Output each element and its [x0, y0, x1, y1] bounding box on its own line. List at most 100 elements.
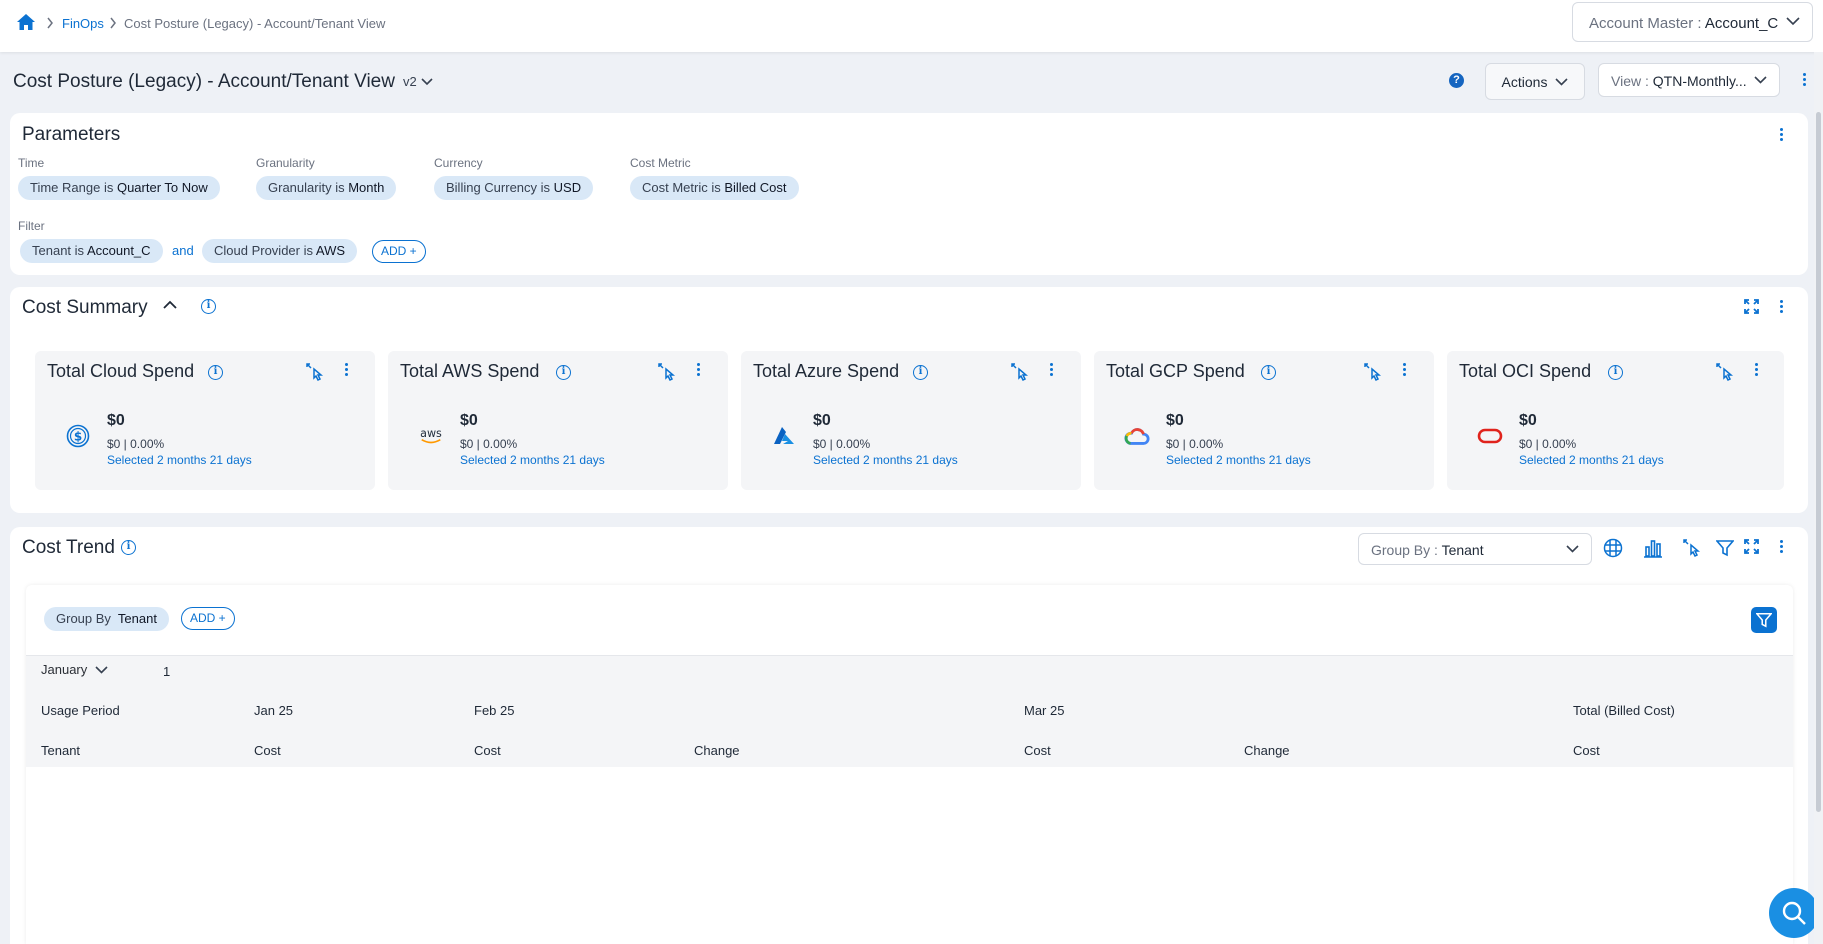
- cost-metric-label: Cost Metric: [630, 156, 691, 170]
- group-by-chip-value: Tenant: [117, 611, 157, 626]
- help-icon[interactable]: ?: [1449, 73, 1464, 88]
- cost-summary-info-icon[interactable]: i: [201, 299, 216, 314]
- provider-filter-value: AWS: [315, 243, 346, 258]
- spend-amount: $0: [813, 412, 831, 429]
- group-by-chip[interactable]: Group By Tenant: [44, 607, 169, 631]
- info-icon[interactable]: i: [208, 365, 223, 380]
- azure-logo: [771, 423, 797, 449]
- info-icon[interactable]: i: [556, 365, 571, 380]
- account-master-value: Account_C: [1704, 15, 1779, 32]
- bar-chart-icon[interactable]: [1643, 538, 1663, 558]
- scrollbar-thumb[interactable]: [1816, 112, 1821, 812]
- filter-icon[interactable]: [1716, 539, 1734, 557]
- provider-filter-chip[interactable]: Cloud Provider is AWS: [202, 239, 358, 263]
- header-jan-cost[interactable]: Cost: [254, 743, 281, 758]
- total-aws-spend-card: Total AWS Spend i aws $0 $0 | 0.00% Sele…: [388, 351, 728, 490]
- collapse-icon[interactable]: [163, 300, 177, 310]
- add-group-by-button[interactable]: ADD +: [181, 607, 235, 630]
- spend-amount: $0: [107, 412, 125, 429]
- page-scrollbar[interactable]: [1814, 52, 1823, 944]
- group-by-value: Tenant: [1441, 542, 1484, 558]
- card-title: Total OCI Spend: [1459, 361, 1592, 381]
- month-selector[interactable]: January: [41, 662, 108, 677]
- view-select[interactable]: View : QTN-Monthly...: [1598, 63, 1780, 97]
- header-total-cost[interactable]: Cost: [1573, 743, 1600, 758]
- table-header: January 1 Usage Period Jan 25 Feb 25 Mar…: [26, 655, 1793, 767]
- expand-icon[interactable]: [1744, 539, 1759, 554]
- actions-button[interactable]: Actions: [1485, 63, 1585, 100]
- card-more-icon[interactable]: [1751, 363, 1761, 376]
- expand-icon[interactable]: [1744, 299, 1759, 314]
- header-mar-change[interactable]: Change: [1244, 743, 1290, 758]
- card-more-icon[interactable]: [1046, 363, 1056, 376]
- chevron-down-icon: [1786, 17, 1800, 26]
- card-more-icon[interactable]: [693, 363, 703, 376]
- tenant-filter-chip[interactable]: Tenant is Account_C: [20, 239, 163, 263]
- cost-metric-chip-prefix: Cost Metric is: [642, 180, 721, 195]
- cost-trend-more-icon[interactable]: [1776, 540, 1786, 553]
- search-chat-icon[interactable]: [1769, 888, 1819, 938]
- chevron-right-icon: [109, 17, 117, 29]
- selected-period: Selected 2 months 21 days: [1519, 453, 1664, 467]
- group-by-label: Group By :: [1371, 542, 1438, 558]
- cost-metric-chip[interactable]: Cost Metric is Billed Cost: [630, 176, 799, 200]
- header-jan: Jan 25: [254, 703, 294, 718]
- currency-label: Currency: [434, 156, 483, 170]
- cost-summary-more-icon[interactable]: [1776, 300, 1786, 313]
- info-icon[interactable]: i: [913, 365, 928, 380]
- drilldown-click-icon[interactable]: [1682, 538, 1702, 558]
- spend-amount: $0: [460, 412, 478, 429]
- chevron-down-icon: [1555, 77, 1569, 86]
- header-feb: Feb 25: [474, 703, 515, 718]
- breadcrumb-finops[interactable]: FinOps: [62, 16, 104, 31]
- header-mar-cost[interactable]: Cost: [1024, 743, 1051, 758]
- info-icon[interactable]: i: [1608, 365, 1623, 380]
- card-more-icon[interactable]: [1399, 363, 1409, 376]
- table-view-icon[interactable]: [1603, 538, 1623, 558]
- view-value: QTN-Monthly...: [1652, 73, 1747, 89]
- granularity-chip-value: Month: [348, 180, 385, 195]
- spend-change: $0 | 0.00%: [1166, 437, 1224, 451]
- cost-trend-info-icon[interactable]: i: [121, 540, 136, 555]
- top-bar: FinOps Cost Posture (Legacy) - Account/T…: [0, 0, 1823, 52]
- card-title: Total GCP Spend: [1106, 361, 1245, 381]
- parameters-title: Parameters: [22, 124, 121, 145]
- add-filter-button[interactable]: ADD +: [372, 240, 426, 263]
- time-range-chip[interactable]: Time Range is Quarter To Now: [18, 176, 220, 200]
- chevron-down-icon: [1566, 545, 1579, 553]
- header-total: Total (Billed Cost): [1573, 703, 1675, 718]
- tenant-filter-prefix: Tenant is: [32, 243, 85, 258]
- chevron-down-icon: [421, 77, 433, 86]
- drilldown-click-icon[interactable]: [1715, 362, 1735, 382]
- chevron-right-icon: [46, 17, 54, 29]
- drilldown-click-icon[interactable]: [305, 362, 325, 382]
- account-master-select[interactable]: Account Master : Account_C: [1572, 2, 1813, 42]
- account-master-label: Account Master :: [1589, 15, 1702, 32]
- page-more-icon[interactable]: [1799, 73, 1809, 86]
- table-filter-icon[interactable]: [1751, 607, 1777, 633]
- spend-change: $0 | 0.00%: [460, 437, 518, 451]
- filter-label: Filter: [18, 219, 45, 233]
- gcp-logo: [1124, 423, 1150, 449]
- parameters-more-icon[interactable]: [1776, 128, 1786, 141]
- granularity-chip-prefix: Granularity is: [268, 180, 345, 195]
- currency-chip-prefix: Billing Currency is: [446, 180, 551, 195]
- drilldown-click-icon[interactable]: [1010, 362, 1030, 382]
- spend-change: $0 | 0.00%: [813, 437, 871, 451]
- svg-text:aws: aws: [420, 427, 442, 440]
- header-feb-change[interactable]: Change: [694, 743, 740, 758]
- oci-logo: [1477, 423, 1503, 449]
- home-icon[interactable]: [16, 13, 36, 31]
- header-feb-cost[interactable]: Cost: [474, 743, 501, 758]
- header-tenant[interactable]: Tenant: [41, 743, 80, 758]
- granularity-chip[interactable]: Granularity is Month: [256, 176, 397, 200]
- drilldown-click-icon[interactable]: [1363, 362, 1383, 382]
- card-more-icon[interactable]: [341, 363, 351, 376]
- total-azure-spend-card: Total Azure Spend i $0 $0 | 0.00% Select…: [741, 351, 1081, 490]
- info-icon[interactable]: i: [1261, 365, 1276, 380]
- currency-chip[interactable]: Billing Currency is USD: [434, 176, 594, 200]
- drilldown-click-icon[interactable]: [657, 362, 677, 382]
- version-selector[interactable]: v2: [403, 74, 433, 89]
- header-mar: Mar 25: [1024, 703, 1065, 718]
- group-by-select[interactable]: Group By : Tenant: [1358, 533, 1592, 565]
